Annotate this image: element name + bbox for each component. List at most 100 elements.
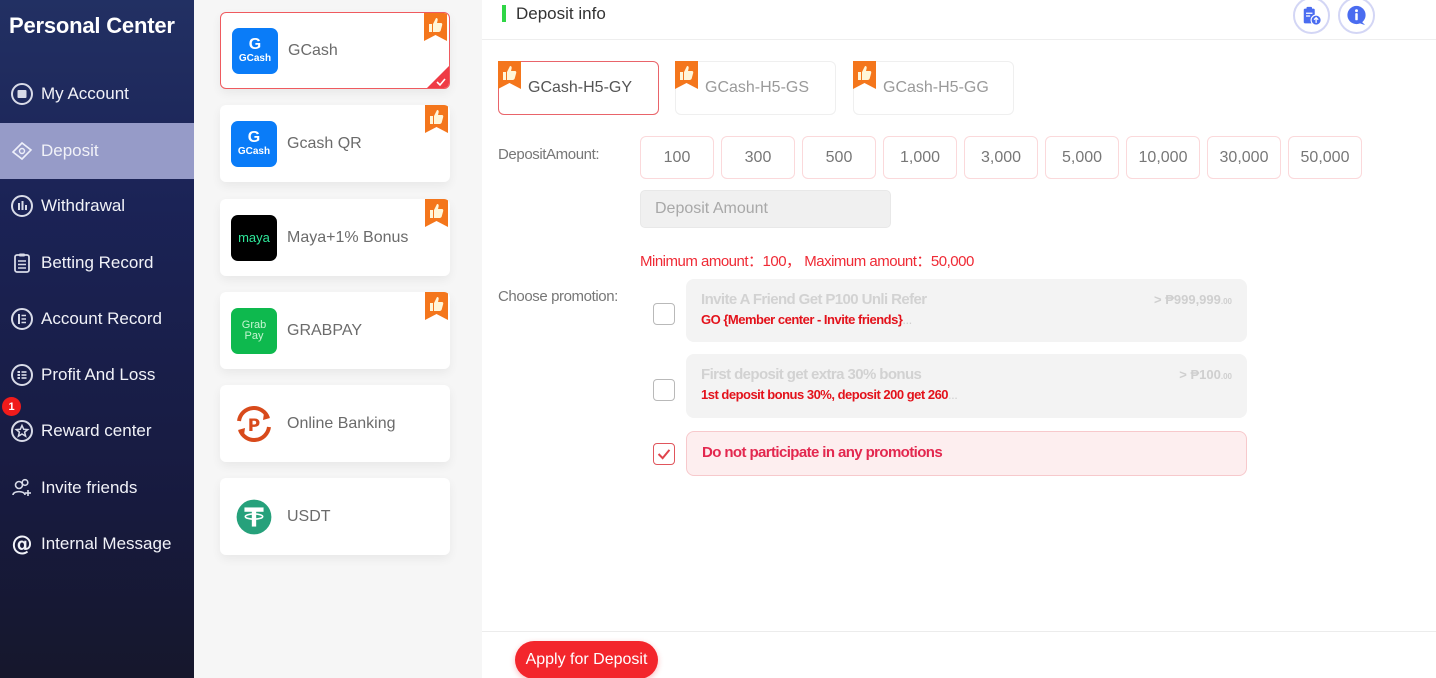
sidebar-item-label: Invite friends — [41, 478, 138, 497]
promotion-first-deposit[interactable]: First deposit get extra 30% bonus 1st de… — [686, 354, 1247, 418]
promotion-title: Do not participate in any promotions — [702, 444, 943, 461]
method-name: Gcash QR — [287, 134, 362, 152]
promotion-checkbox[interactable] — [653, 379, 675, 401]
promotion-none[interactable]: Do not participate in any promotions — [686, 431, 1247, 476]
amount-option[interactable]: 50,000 — [1288, 136, 1362, 179]
method-name: Maya+1% Bonus — [287, 228, 409, 246]
chart-bars-icon — [10, 194, 34, 218]
amount-option[interactable]: 500 — [802, 136, 876, 179]
page-title: Deposit info — [516, 4, 606, 23]
thumbs-up-icon — [425, 105, 448, 133]
promotion-checkbox-checked[interactable] — [653, 443, 675, 465]
sidebar-item-withdrawal[interactable]: Withdrawal — [0, 178, 194, 234]
star-badge-icon — [10, 419, 34, 443]
sidebar-item-label: My Account — [41, 84, 129, 103]
amount-option[interactable]: 3,000 — [964, 136, 1038, 179]
list-icon — [10, 363, 34, 387]
promotion-description: GO {Member center - Invite friends}... — [701, 312, 912, 327]
gcash-logo: G GCash — [231, 120, 277, 167]
sidebar-item-reward-center[interactable]: 1 Reward center — [0, 397, 194, 459]
channel-gcash-h5-gs[interactable]: GCash-H5-GS — [675, 61, 836, 115]
amount-option[interactable]: 100 — [640, 136, 714, 179]
promotion-title: First deposit get extra 30% bonus — [701, 366, 922, 383]
info-button[interactable] — [1338, 0, 1375, 34]
gcash-logo: G GCash — [232, 27, 278, 74]
method-card-maya[interactable]: maya Maya+1% Bonus — [220, 199, 450, 276]
sidebar-item-label: Reward center — [41, 421, 152, 440]
method-name: GCash — [288, 41, 338, 59]
selected-check-icon — [427, 66, 449, 88]
amount-option[interactable]: 1,000 — [883, 136, 957, 179]
method-card-gcash[interactable]: G GCash GCash — [220, 12, 450, 89]
deposit-amount-input[interactable] — [640, 190, 891, 228]
thumbs-up-icon — [675, 61, 698, 89]
sidebar-item-label: Account Record — [41, 309, 162, 328]
sidebar-title: Personal Center — [9, 13, 175, 38]
promotion-title: Invite A Friend Get P100 Unli Refer — [701, 291, 927, 308]
channel-gcash-h5-gy[interactable]: GCash-H5-GY — [498, 61, 659, 115]
promotion-invite-friend[interactable]: Invite A Friend Get P100 Unli Refer GO {… — [686, 279, 1247, 342]
method-name: USDT — [287, 507, 331, 525]
choose-promotion-label: Choose promotion: — [498, 288, 618, 305]
sidebar-item-label: Withdrawal — [41, 196, 126, 215]
amount-option[interactable]: 5,000 — [1045, 136, 1119, 179]
deposit-panel: Deposit info GCash-H5-GY GCash-H5-GS GCa… — [482, 0, 1436, 678]
apply-for-deposit-button[interactable]: Apply for Deposit — [515, 641, 658, 678]
thumbs-up-icon — [425, 199, 448, 227]
usdt-logo — [231, 494, 277, 540]
sidebar-item-label: Profit And Loss — [41, 365, 156, 384]
sidebar-item-label: Deposit — [41, 141, 99, 160]
channel-label: GCash-H5-GS — [705, 79, 810, 96]
channel-label: GCash-H5-GG — [883, 79, 989, 96]
method-card-online-banking[interactable]: P Online Banking — [220, 385, 450, 462]
sidebar-item-my-account[interactable]: My Account — [0, 66, 194, 122]
sidebar-item-internal-message[interactable]: @ Internal Message — [0, 516, 194, 572]
at-icon: @ — [10, 532, 34, 556]
amount-option[interactable]: 300 — [721, 136, 795, 179]
money-icon — [10, 139, 34, 163]
method-name: Online Banking — [287, 414, 396, 432]
sidebar-item-account-record[interactable]: Account Record — [0, 291, 194, 347]
svg-text:P: P — [248, 416, 260, 436]
users-add-icon — [10, 476, 34, 500]
sidebar-item-invite-friends[interactable]: Invite friends — [0, 460, 194, 516]
sidebar-item-profit-and-loss[interactable]: Profit And Loss — [0, 347, 194, 403]
sidebar-item-label: Internal Message — [41, 534, 172, 553]
method-card-grabpay[interactable]: Grab Pay GRABPAY — [220, 292, 450, 369]
info-chat-icon — [1347, 5, 1366, 26]
amount-option[interactable]: 10,000 — [1126, 136, 1200, 179]
thumbs-up-icon — [498, 61, 521, 89]
maya-logo: maya — [231, 214, 277, 261]
header-accent-bar — [502, 5, 506, 22]
amount-option[interactable]: 30,000 — [1207, 136, 1281, 179]
online-banking-logo: P — [231, 401, 277, 447]
list-circle-icon — [10, 307, 34, 331]
thumbs-up-icon — [424, 13, 447, 41]
promotion-amount: > ₱100.00 — [1179, 367, 1232, 382]
method-card-usdt[interactable]: USDT — [220, 478, 450, 555]
grabpay-logo: Grab Pay — [231, 307, 277, 354]
sidebar-item-label: Betting Record — [41, 253, 154, 272]
payment-methods-list: G GCash GCash G GCash Gcash QR maya Maya+1… — [194, 0, 482, 678]
deposit-records-button[interactable] — [1293, 0, 1330, 34]
method-name: GRABPAY — [287, 321, 362, 339]
svg-text:@: @ — [12, 532, 33, 556]
thumbs-up-icon — [853, 61, 876, 89]
thumbs-up-icon — [425, 292, 448, 320]
footer-divider — [482, 631, 1436, 632]
panel-header: Deposit info — [482, 0, 1436, 40]
wallet-icon — [10, 82, 34, 106]
channel-label: GCash-H5-GY — [528, 79, 633, 96]
sidebar-item-deposit[interactable]: Deposit — [0, 123, 194, 179]
method-card-gcash-qr[interactable]: G GCash Gcash QR — [220, 105, 450, 182]
channel-gcash-h5-gg[interactable]: GCash-H5-GG — [853, 61, 1014, 115]
promotion-amount: > ₱999,999.00 — [1154, 292, 1232, 307]
sidebar-item-betting-record[interactable]: Betting Record — [0, 235, 194, 291]
sidebar: Personal Center My Account Deposit Withd… — [0, 0, 194, 678]
amount-limits-text: Minimum amount：100， Maximum amount：50,00… — [640, 253, 974, 270]
promotion-checkbox[interactable] — [653, 303, 675, 325]
notification-badge: 1 — [2, 397, 21, 416]
clipboard-upload-icon — [1303, 6, 1322, 26]
clipboard-icon — [10, 251, 34, 275]
deposit-amount-label: DepositAmount: — [498, 146, 600, 163]
